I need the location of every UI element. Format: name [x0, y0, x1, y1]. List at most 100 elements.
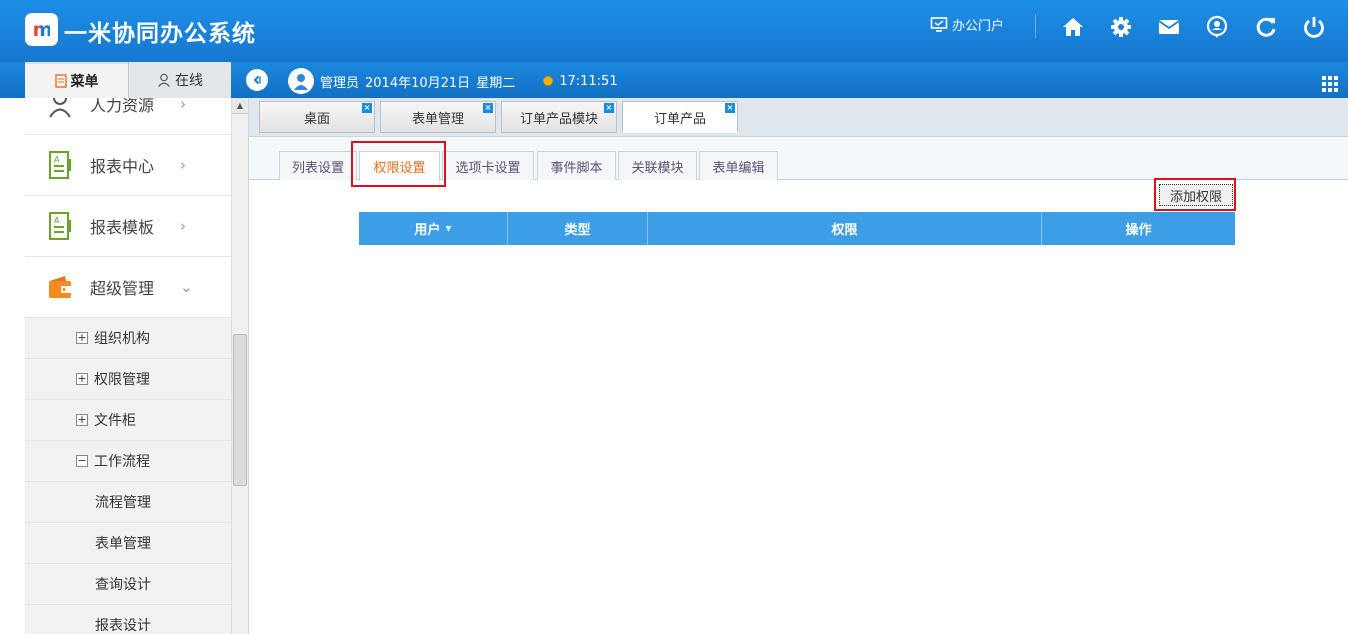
- tab-label: 表单编辑: [712, 160, 765, 176]
- sidebar-subitem-file-cabinet[interactable]: + 文件柜: [25, 400, 231, 441]
- portal-label: 办公门户: [952, 19, 1005, 34]
- sidebar-leaf-query-design[interactable]: 查询设计: [25, 564, 231, 605]
- expand-icon[interactable]: +: [76, 373, 88, 385]
- add-permission-button[interactable]: 添加权限: [1159, 184, 1233, 206]
- tab-online[interactable]: 在线: [128, 62, 231, 98]
- app-logo: m: [25, 13, 58, 46]
- sidebar-item-hr[interactable]: 人力资源 ›: [25, 98, 231, 135]
- avatar: [288, 68, 314, 94]
- sidebar: 人力资源 › A 报表中心 › A 报表模板 › 超级管理 ⌄ + 组织机构 +…: [25, 98, 231, 634]
- chevron-right-icon: ›: [180, 98, 186, 113]
- tab-order-product[interactable]: 订单产品 ×: [622, 101, 738, 133]
- wallet-icon: [49, 276, 71, 298]
- column-header-permission[interactable]: 权限: [648, 212, 1042, 245]
- sidebar-subitem-label: 工作流程: [94, 454, 150, 470]
- sidebar-tabs: 菜单 在线: [25, 62, 231, 98]
- column-header-user[interactable]: 用户 ▼: [359, 212, 508, 245]
- sidebar-leaf-label: 报表设计: [95, 618, 151, 634]
- header-divider: [1035, 14, 1036, 38]
- monitor-icon: [930, 16, 948, 32]
- sidebar-item-super-admin[interactable]: 超级管理 ⌄: [25, 257, 231, 318]
- power-icon[interactable]: [1302, 15, 1326, 39]
- sidebar-item-label: 报表模板: [90, 218, 155, 237]
- sidebar-subitem-label: 权限管理: [94, 372, 150, 388]
- tab-option-settings[interactable]: 选项卡设置: [442, 151, 534, 180]
- scroll-thumb[interactable]: [233, 334, 247, 486]
- chevron-right-icon: ›: [180, 217, 186, 235]
- tab-event-script[interactable]: 事件脚本: [537, 151, 616, 180]
- collapse-sidebar-button[interactable]: [246, 69, 268, 91]
- tab-label: 订单产品模块: [519, 111, 598, 127]
- user-info: 管理员 2014年10月21日 星期二 17:11:51: [288, 68, 618, 94]
- tab-online-label: 在线: [175, 73, 203, 89]
- page-tabs: 桌面 × 表单管理 × 订单产品模块 × 订单产品 ×: [249, 98, 1348, 137]
- sidebar-leaf-report-design[interactable]: 报表设计: [25, 605, 231, 634]
- column-label: 类型: [564, 223, 591, 238]
- sidebar-leaf-label: 流程管理: [95, 495, 151, 511]
- sidebar-subitem-label: 组织机构: [94, 331, 150, 347]
- tab-label: 表单管理: [411, 111, 464, 127]
- sidebar-subitem-permission[interactable]: + 权限管理: [25, 359, 231, 400]
- tab-label: 桌面: [303, 111, 330, 127]
- sidebar-item-report-center[interactable]: A 报表中心 ›: [25, 135, 231, 196]
- refresh-icon[interactable]: [1254, 15, 1278, 39]
- tab-label: 权限设置: [373, 161, 426, 176]
- home-icon[interactable]: [1061, 15, 1085, 39]
- tab-menu-label: 菜单: [70, 74, 99, 90]
- person-icon: [158, 73, 170, 87]
- sidebar-item-report-template[interactable]: A 报表模板 ›: [25, 196, 231, 257]
- main-content: 桌面 × 表单管理 × 订单产品模块 × 订单产品 × 列表设置 权限设置 选项…: [248, 98, 1348, 634]
- sidebar-item-label: 超级管理: [90, 279, 155, 298]
- expand-icon[interactable]: +: [76, 332, 88, 344]
- close-icon[interactable]: ×: [725, 103, 735, 113]
- sidebar-item-label: 人力资源: [90, 98, 155, 115]
- sidebar-item-label: 报表中心: [90, 157, 155, 176]
- app-header: m 一米协同办公系统 办公门户: [0, 0, 1348, 62]
- tab-order-product-module[interactable]: 订单产品模块 ×: [501, 101, 617, 133]
- permission-table-header: 用户 ▼ 类型 权限 操作: [359, 212, 1235, 245]
- sidebar-leaf-form-manage[interactable]: 表单管理: [25, 523, 231, 564]
- tab-form-manage[interactable]: 表单管理 ×: [380, 101, 496, 133]
- document-icon: [54, 74, 67, 88]
- column-header-type[interactable]: 类型: [508, 212, 648, 245]
- sidebar-scrollbar[interactable]: ▲: [231, 98, 248, 634]
- sort-arrow-icon[interactable]: ▼: [445, 224, 451, 233]
- column-label: 用户: [414, 223, 441, 238]
- current-time: 17:11:51: [559, 73, 618, 89]
- scroll-up-icon[interactable]: ▲: [232, 98, 248, 114]
- chevron-left-icon: [253, 75, 261, 85]
- report-icon: A: [49, 212, 71, 240]
- svg-text:A: A: [54, 155, 60, 164]
- gear-icon[interactable]: [1109, 15, 1133, 39]
- tab-form-edit[interactable]: 表单编辑: [699, 151, 778, 180]
- chevron-right-icon: ›: [180, 156, 186, 174]
- expand-icon[interactable]: +: [76, 414, 88, 426]
- tab-permission-settings[interactable]: 权限设置: [359, 151, 440, 181]
- sidebar-leaf-flow-manage[interactable]: 流程管理: [25, 482, 231, 523]
- user-avatar-icon: [294, 74, 308, 90]
- collapse-icon[interactable]: −: [76, 455, 88, 467]
- tab-menu[interactable]: 菜单: [25, 62, 128, 98]
- sidebar-leaf-label: 查询设计: [95, 577, 151, 593]
- user-chat-icon[interactable]: [1205, 15, 1229, 39]
- clock-icon: [543, 76, 554, 86]
- close-icon[interactable]: ×: [483, 103, 493, 113]
- tab-related-module[interactable]: 关联模块: [618, 151, 697, 180]
- column-header-action[interactable]: 操作: [1042, 212, 1235, 245]
- close-icon[interactable]: ×: [362, 103, 372, 113]
- tab-label: 列表设置: [291, 160, 344, 176]
- user-role: 管理员: [320, 75, 360, 91]
- sidebar-leaf-label: 表单管理: [95, 536, 151, 552]
- chevron-down-icon: ⌄: [180, 278, 193, 296]
- svg-text:A: A: [54, 216, 60, 225]
- sidebar-subitem-workflow[interactable]: − 工作流程: [25, 441, 231, 482]
- tab-desktop[interactable]: 桌面 ×: [259, 101, 375, 133]
- sidebar-subitem-org[interactable]: + 组织机构: [25, 318, 231, 359]
- mail-icon[interactable]: [1157, 15, 1181, 39]
- column-label: 操作: [1125, 223, 1152, 238]
- close-icon[interactable]: ×: [604, 103, 614, 113]
- apps-grid-icon[interactable]: [1321, 75, 1339, 93]
- portal-link[interactable]: 办公门户: [930, 15, 1004, 34]
- tab-list-settings[interactable]: 列表设置: [279, 151, 357, 180]
- current-date: 2014年10月21日: [365, 75, 471, 91]
